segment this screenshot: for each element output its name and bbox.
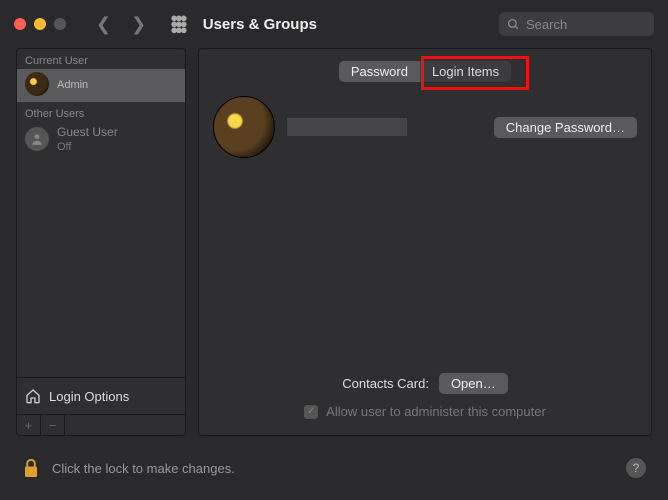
window-title: Users & Groups bbox=[203, 16, 317, 33]
other-users-label: Other Users bbox=[17, 102, 185, 122]
guest-name: Guest User bbox=[57, 125, 118, 139]
tabs: Password Login Items bbox=[213, 61, 637, 82]
main-panel: Password Login Items Change Password… Co… bbox=[198, 48, 652, 436]
forward-button: ❯ bbox=[131, 14, 146, 35]
current-user-label: Current User bbox=[17, 49, 185, 69]
house-icon bbox=[25, 388, 41, 404]
add-user-button: + bbox=[17, 415, 41, 435]
search-input[interactable]: Search bbox=[499, 12, 654, 36]
contacts-row: Contacts Card: Open… bbox=[213, 373, 637, 394]
open-contacts-button[interactable]: Open… bbox=[439, 373, 508, 394]
footer: Click the lock to make changes. ? bbox=[0, 448, 668, 488]
users-sidebar: Current User Admin Other Users Guest Use… bbox=[16, 48, 186, 436]
tab-password[interactable]: Password bbox=[339, 61, 420, 82]
titlebar: ❮ ❯ ●●●●●●●●● Users & Groups Search bbox=[0, 0, 668, 48]
lock-icon[interactable] bbox=[22, 457, 40, 479]
login-options-button[interactable]: Login Options bbox=[17, 377, 185, 414]
tab-login-items[interactable]: Login Items bbox=[420, 61, 511, 82]
sidebar-guest-user[interactable]: Guest User Off bbox=[17, 122, 185, 159]
user-avatar-icon bbox=[25, 72, 49, 96]
show-all-icon[interactable]: ●●●●●●●●● bbox=[170, 15, 185, 33]
remove-user-button: − bbox=[41, 415, 65, 435]
admin-checkbox-label: Allow user to administer this computer bbox=[326, 404, 546, 419]
close-window-icon[interactable] bbox=[14, 18, 26, 30]
user-header-row: Change Password… bbox=[213, 96, 637, 158]
add-remove-bar: + − bbox=[17, 414, 185, 435]
window-controls bbox=[14, 18, 66, 30]
lock-text: Click the lock to make changes. bbox=[52, 461, 235, 476]
search-icon bbox=[507, 18, 520, 31]
login-options-label: Login Options bbox=[49, 389, 129, 404]
change-password-button[interactable]: Change Password… bbox=[494, 117, 637, 138]
sidebar-current-user[interactable]: Admin bbox=[17, 69, 185, 102]
contacts-label: Contacts Card: bbox=[342, 376, 429, 391]
search-placeholder: Search bbox=[526, 17, 567, 32]
help-button[interactable]: ? bbox=[626, 458, 646, 478]
guest-avatar-icon bbox=[25, 127, 49, 151]
user-role: Admin bbox=[57, 79, 88, 91]
back-button[interactable]: ❮ bbox=[96, 14, 111, 35]
admin-checkbox-row: ✓ Allow user to administer this computer bbox=[213, 404, 637, 419]
user-fullname bbox=[287, 118, 407, 136]
user-avatar-large-icon[interactable] bbox=[213, 96, 275, 158]
nav-arrows: ❮ ❯ bbox=[96, 14, 146, 35]
guest-status: Off bbox=[57, 141, 71, 153]
admin-checkbox: ✓ bbox=[304, 405, 318, 419]
zoom-window-icon bbox=[54, 18, 66, 30]
minimize-window-icon[interactable] bbox=[34, 18, 46, 30]
